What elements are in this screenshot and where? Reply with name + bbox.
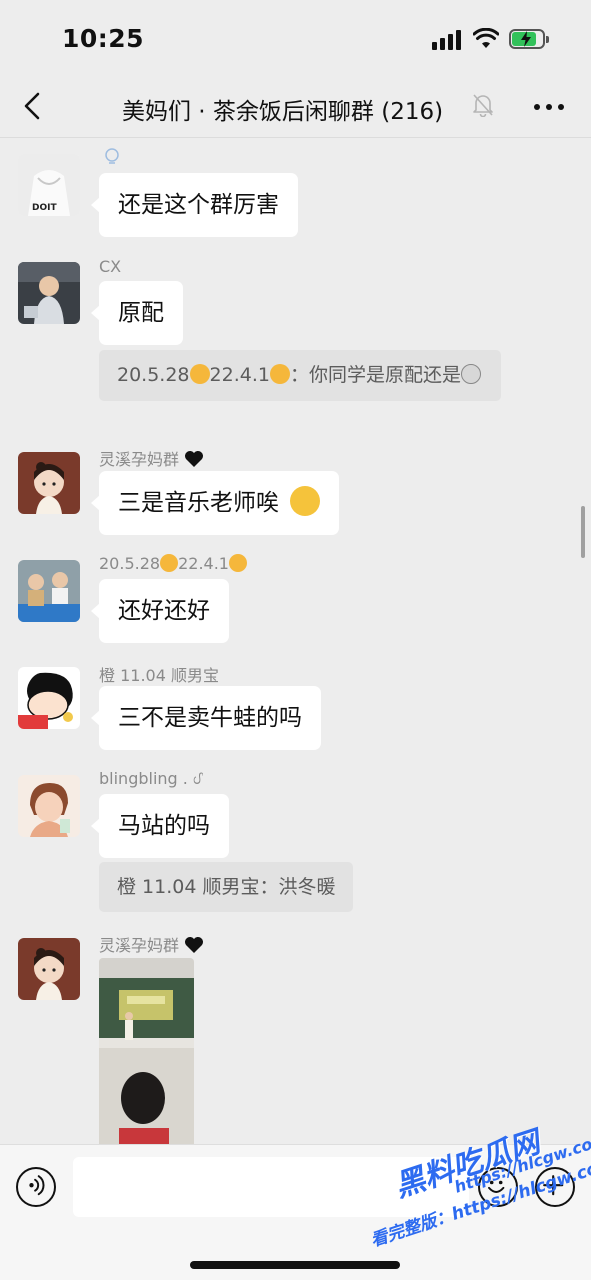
message-bubble[interactable]: 还好还好 (91, 579, 229, 643)
sender-badge-icon (105, 148, 119, 164)
boy-emoji-icon (269, 364, 290, 384)
avatar[interactable] (18, 560, 80, 622)
plus-icon (543, 1175, 564, 1196)
quote-sender-middle: 22.4.1 (209, 364, 270, 386)
mute-bell-icon (473, 94, 493, 117)
chat-header: 美妈们 · 茶余饭后闲聊群 (216) (0, 78, 591, 138)
message-bubble[interactable]: 还是这个群厉害 (91, 173, 298, 237)
sender-name: 20.5.28 22.4.1 (99, 554, 247, 573)
svg-text:DOIT: DOIT (32, 203, 57, 213)
black-heart-icon (185, 451, 204, 467)
message-composer (0, 1144, 591, 1280)
wifi-icon (473, 28, 499, 48)
smiley-icon (488, 1180, 505, 1193)
back-button[interactable] (16, 88, 52, 124)
voice-icon (29, 1175, 45, 1196)
quoted-message[interactable]: 橙 11.04 顺男宝：洪冬暖 (99, 862, 354, 912)
emoji-button[interactable] (478, 1167, 518, 1207)
cellular-signal-icon (432, 30, 462, 50)
sender-name: 橙 11.04 顺男宝 (99, 666, 219, 685)
sender-name-text: 灵溪孕妈群 (99, 450, 180, 469)
avatar[interactable] (18, 667, 80, 729)
message-bubble[interactable]: 马站的吗 (91, 794, 229, 858)
message-bubble[interactable]: 三不是卖牛蛙的吗 (91, 686, 321, 750)
avatar[interactable] (18, 452, 80, 514)
battery-icon (509, 29, 549, 49)
status-time: 10:25 (62, 24, 145, 53)
photo-message[interactable] (99, 958, 194, 1144)
boy-emoji-icon (228, 554, 247, 572)
message-bubble[interactable]: 三是音乐老师唉 (90, 471, 340, 535)
skull-emoji-icon (460, 364, 481, 384)
message-text: 三是音乐老师唉 (118, 490, 279, 516)
avatar[interactable] (18, 262, 80, 324)
sender-name: 灵溪孕妈群 (99, 446, 204, 470)
girl-emoji-icon (189, 364, 210, 384)
voice-input-button[interactable] (16, 1167, 56, 1207)
avatar[interactable]: DOIT (18, 154, 80, 216)
girl-emoji-icon (160, 554, 179, 572)
status-bar: 10:25 (0, 0, 591, 78)
scrollbar[interactable] (581, 506, 585, 558)
sender-name: blingbling . ᦔ (99, 769, 202, 788)
sender-name-prefix: 20.5.28 (99, 554, 161, 573)
group-title: 美妈们 · 茶余饭后闲聊群 (216) (122, 99, 444, 125)
quote-text: ：你同学是原配还是 (289, 364, 461, 386)
black-heart-icon (185, 937, 204, 953)
sender-name: CX (99, 257, 122, 276)
quoted-message[interactable]: 20.5.28 22.4.1 ：你同学是原配还是 (99, 350, 501, 401)
avatar[interactable] (18, 938, 80, 1000)
sender-name-text: 灵溪孕妈群 (99, 936, 180, 955)
message-bubble[interactable]: 原配 (91, 281, 183, 345)
avatar[interactable] (18, 775, 80, 837)
message-input[interactable] (73, 1157, 469, 1217)
sender-name: 灵溪孕妈群 (99, 932, 204, 956)
chat-message-list[interactable]: DOIT 还是这个群厉害 CX 原配 20.5.28 22.4.1 ：你同学是原配还… (0, 139, 591, 1144)
quote-sender-prefix: 20.5.28 (117, 364, 190, 386)
home-indicator (190, 1261, 400, 1269)
sender-name-middle: 22.4.1 (178, 554, 229, 573)
more-options-button[interactable] (532, 92, 566, 120)
thinking-face-emoji-icon (290, 486, 321, 516)
more-functions-button[interactable] (535, 1167, 575, 1207)
